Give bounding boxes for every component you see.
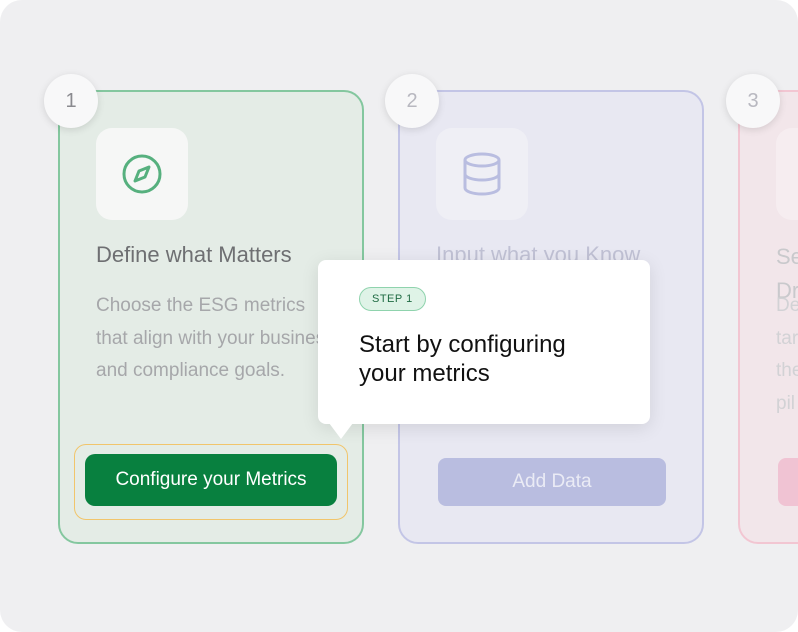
onboarding-tooltip: STEP 1 Start by configuring your metrics	[318, 260, 650, 424]
icon-container	[96, 128, 188, 220]
icon-container	[436, 128, 528, 220]
step-3-button[interactable]	[778, 458, 798, 506]
database-icon	[463, 152, 501, 196]
step-card-3: Se Dr De tar the pil	[738, 90, 798, 544]
card-description: De tar the pil	[776, 295, 798, 414]
card-title: Define what Matters	[96, 242, 292, 267]
compass-icon	[122, 154, 162, 194]
add-data-button[interactable]: Add Data	[438, 458, 666, 506]
tooltip-arrow	[329, 423, 353, 439]
card-description: Choose the ESG metrics that align with y…	[96, 295, 335, 381]
step-number-3: 3	[726, 74, 780, 128]
configure-metrics-button[interactable]: Configure your Metrics	[85, 454, 337, 506]
tooltip-text: Start by configuring your metrics	[359, 331, 566, 387]
icon-container	[776, 128, 798, 220]
step-number-2: 2	[385, 74, 439, 128]
step-badge: STEP 1	[359, 287, 426, 311]
onboarding-panel: Define what Matters Choose the ESG metri…	[0, 0, 798, 632]
step-number-1: 1	[44, 74, 98, 128]
